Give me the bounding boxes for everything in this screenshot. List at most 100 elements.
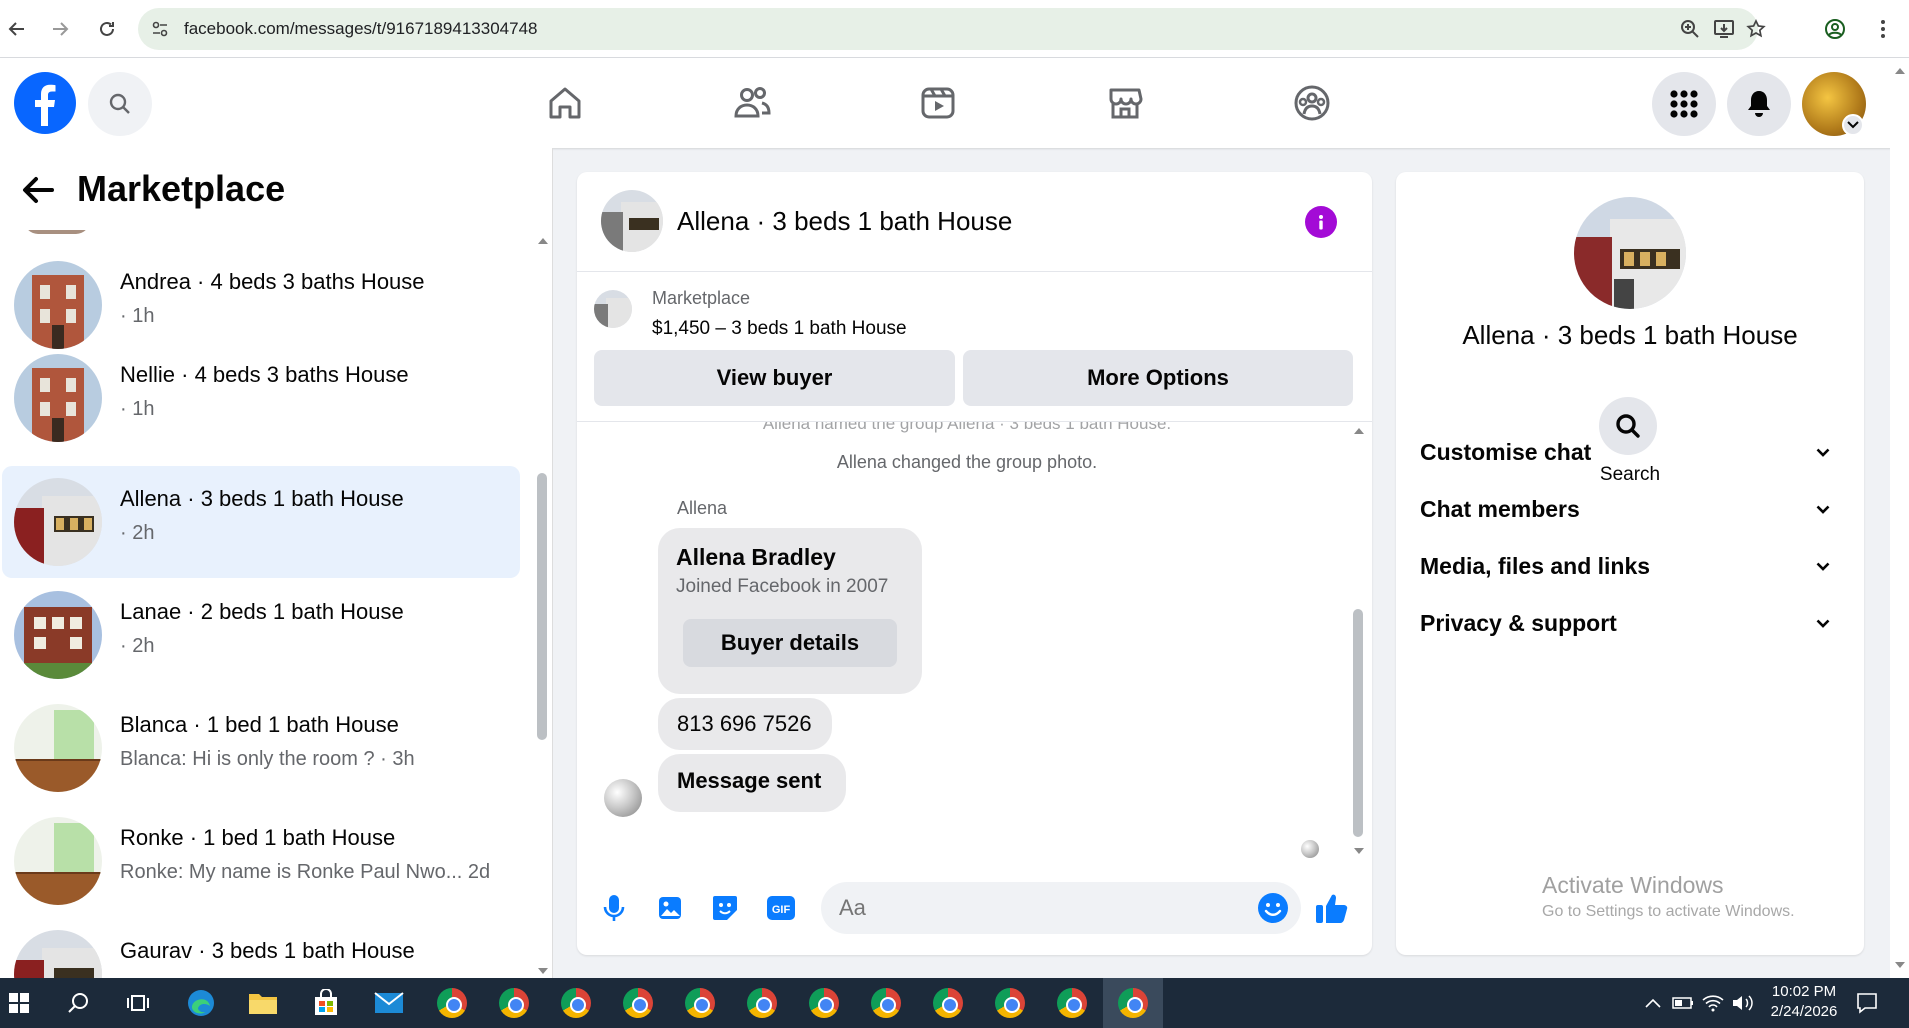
- chrome-window-icon[interactable]: [1057, 988, 1087, 1018]
- menu-button[interactable]: [1652, 72, 1716, 136]
- chrome-window-icon[interactable]: [685, 988, 715, 1018]
- search-icon[interactable]: [62, 986, 96, 1020]
- chat-title[interactable]: Allena · 3 beds 1 bath House: [677, 206, 1012, 237]
- reload-icon[interactable]: [92, 14, 122, 44]
- marketplace-tab[interactable]: [1095, 76, 1155, 130]
- buyer-info-card: Allena Bradley Joined Facebook in 2007 B…: [658, 528, 922, 694]
- info-button[interactable]: [1305, 206, 1337, 238]
- chat-members-row[interactable]: Chat members: [1420, 484, 1840, 534]
- scroll-up-icon: [1895, 68, 1905, 74]
- conversation-item-nellie[interactable]: Nellie · 4 beds 3 baths House · 1h: [2, 342, 520, 452]
- chevron-up-icon[interactable]: [1636, 986, 1670, 1020]
- windows-start-icon[interactable]: [2, 986, 36, 1020]
- sticker-icon[interactable]: [707, 890, 743, 926]
- avatar: [14, 261, 102, 349]
- photo-icon[interactable]: [652, 890, 688, 926]
- zoom-icon[interactable]: [1678, 17, 1702, 41]
- facebook-logo-icon[interactable]: [14, 72, 76, 134]
- task-view-icon[interactable]: [122, 986, 156, 1020]
- forward-arrow-icon[interactable]: [45, 14, 75, 44]
- marketplace-label: Marketplace: [652, 288, 751, 308]
- sender-avatar[interactable]: [604, 779, 642, 817]
- more-options-button[interactable]: More Options: [963, 350, 1353, 406]
- url-text[interactable]: facebook.com/messages/t/9167189413304748: [184, 19, 537, 39]
- chrome-window-icon[interactable]: [933, 988, 963, 1018]
- mail-icon[interactable]: [372, 986, 406, 1020]
- buyer-details-button[interactable]: Buyer details: [683, 619, 897, 667]
- browser-menu-icon[interactable]: [1868, 14, 1898, 44]
- system-message: Allena named the group Allena · 3 beds 1…: [762, 422, 1172, 433]
- notification-center-icon[interactable]: [1850, 986, 1884, 1020]
- conversation-name: Andrea · 4 beds 3 baths House: [120, 269, 425, 294]
- battery-icon[interactable]: [1666, 986, 1700, 1020]
- like-thumbs-up-icon[interactable]: [1314, 890, 1350, 926]
- address-bar[interactable]: facebook.com/messages/t/9167189413304748: [138, 8, 1766, 50]
- friends-tab[interactable]: [722, 76, 782, 130]
- account-chevron-down-icon[interactable]: [1842, 114, 1864, 136]
- chevron-down-icon: [1812, 498, 1834, 520]
- video-tab[interactable]: [908, 76, 968, 130]
- scroll-up-icon: [538, 238, 548, 244]
- conversation-info-panel: Allena · 3 beds 1 bath House Search Cust…: [1396, 172, 1864, 955]
- message-composer: GIF: [577, 862, 1372, 955]
- emoji-icon[interactable]: [1255, 890, 1291, 926]
- conversation-item-ronke[interactable]: Ronke · 1 bed 1 bath House Ronke: My nam…: [2, 805, 520, 915]
- page-scrollbar[interactable]: [1890, 58, 1909, 978]
- site-info-icon[interactable]: [148, 17, 172, 41]
- conversation-name: Gaurav · 3 beds 1 bath House: [120, 938, 415, 963]
- message-bubble[interactable]: 813 696 7526: [658, 698, 832, 750]
- gif-icon[interactable]: GIF: [763, 890, 799, 926]
- bookmark-star-icon[interactable]: [1744, 17, 1768, 41]
- conversation-name: Nellie · 4 beds 3 baths House: [120, 362, 409, 387]
- store-icon[interactable]: [309, 986, 343, 1020]
- privacy-support-row[interactable]: Privacy & support: [1420, 598, 1840, 648]
- row-label: Privacy & support: [1420, 610, 1617, 636]
- customise-chat-row[interactable]: Customise chat: [1420, 427, 1840, 477]
- avatar: [14, 817, 102, 905]
- conversation-item-lanae[interactable]: Lanae · 2 beds 1 bath House · 2h: [2, 579, 520, 689]
- listing-price-title[interactable]: $1,450 – 3 beds 1 bath House: [652, 318, 907, 340]
- chrome-window-icon[interactable]: [1118, 988, 1148, 1018]
- chat-avatar[interactable]: [601, 190, 663, 252]
- listing-thumbnail[interactable]: [594, 290, 632, 328]
- chevron-down-icon: [1812, 555, 1834, 577]
- microphone-icon[interactable]: [596, 890, 632, 926]
- facebook-search-button[interactable]: [88, 72, 152, 136]
- sidebar-scroll-thumb[interactable]: [537, 473, 547, 740]
- edge-browser-icon[interactable]: [184, 986, 218, 1020]
- chevron-down-icon: [1812, 441, 1834, 463]
- back-arrow-icon[interactable]: [2, 14, 32, 44]
- conversation-item-gaurav[interactable]: Gaurav · 3 beds 1 bath House: [2, 918, 520, 978]
- conversation-sidebar: Marketplace Andrea · 4 beds 3 baths Hous…: [0, 148, 553, 978]
- chrome-profile-icon[interactable]: [1820, 14, 1850, 44]
- chrome-window-icon[interactable]: [995, 988, 1025, 1018]
- row-label: Chat members: [1420, 496, 1580, 522]
- chrome-window-icon[interactable]: [499, 988, 529, 1018]
- chrome-window-icon[interactable]: [623, 988, 653, 1018]
- conversation-item-allena[interactable]: Allena · 3 beds 1 bath House · 2h: [2, 466, 520, 578]
- wifi-icon[interactable]: [1696, 986, 1730, 1020]
- message-bubble[interactable]: Message sent: [658, 754, 846, 812]
- media-files-links-row[interactable]: Media, files and links: [1420, 541, 1840, 591]
- chrome-window-icon[interactable]: [809, 988, 839, 1018]
- message-input[interactable]: [821, 882, 1301, 934]
- chrome-window-icon[interactable]: [437, 988, 467, 1018]
- back-arrow-button[interactable]: [18, 170, 58, 210]
- scroll-up-icon[interactable]: [1353, 426, 1365, 436]
- chrome-window-icon[interactable]: [747, 988, 777, 1018]
- notifications-button[interactable]: [1727, 72, 1791, 136]
- chrome-window-icon[interactable]: [561, 988, 591, 1018]
- clock[interactable]: 10:02 PM 2/24/2026: [1752, 982, 1856, 1022]
- group-avatar[interactable]: [1574, 197, 1686, 309]
- view-buyer-button[interactable]: View buyer: [594, 350, 955, 406]
- chrome-window-icon[interactable]: [871, 988, 901, 1018]
- scroll-down-icon[interactable]: [1353, 846, 1365, 856]
- install-app-icon[interactable]: [1712, 17, 1736, 41]
- conversation-item-blanca[interactable]: Blanca · 1 bed 1 bath House Blanca: Hi i…: [2, 692, 520, 802]
- facebook-top-nav: [0, 58, 1909, 148]
- file-explorer-icon[interactable]: [246, 986, 280, 1020]
- chevron-down-icon: [1812, 612, 1834, 634]
- groups-tab[interactable]: [1282, 76, 1342, 130]
- chat-scroll-thumb[interactable]: [1353, 609, 1363, 837]
- home-tab[interactable]: [535, 76, 595, 130]
